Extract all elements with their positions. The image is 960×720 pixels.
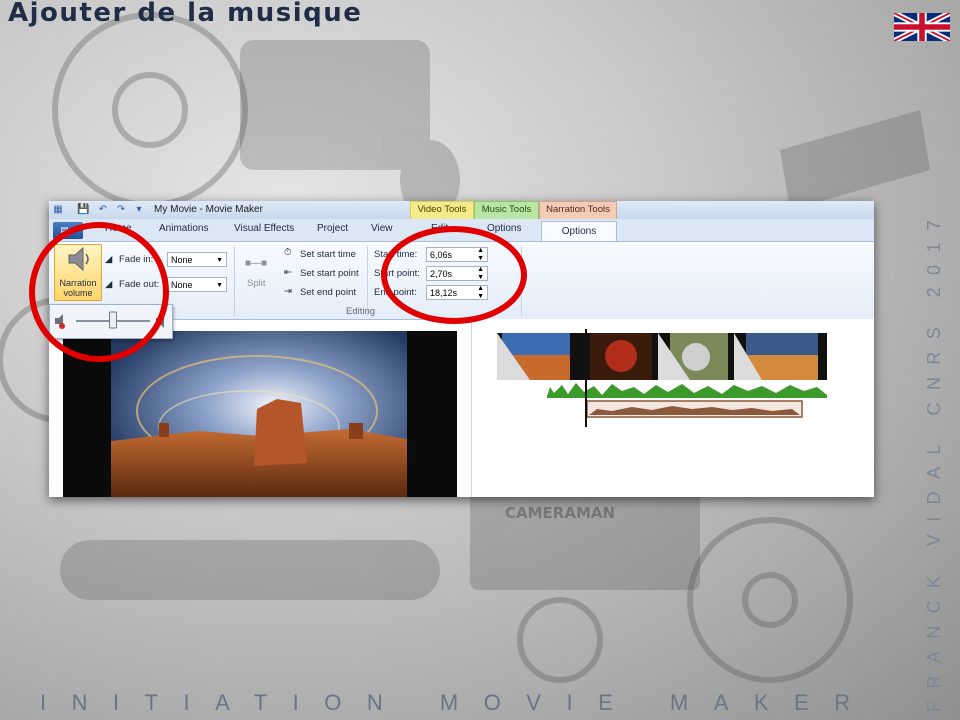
bottom-text-label: INITIATION MOVIE MAKER — [40, 690, 876, 715]
music-waveform — [547, 383, 827, 397]
stopwatch-icon: ⏱ — [284, 247, 292, 258]
context-tab-narration-tools[interactable]: Narration Tools — [539, 201, 617, 221]
cameraman-watermark: CAMERAMAN — [505, 504, 615, 522]
timeline — [497, 329, 827, 427]
end-point-icon: ⇥ — [284, 286, 292, 297]
bottom-text: INITIATION MOVIE MAKER — [40, 690, 876, 715]
app-icon: ▦ — [53, 204, 63, 215]
storyboard[interactable] — [471, 319, 874, 497]
context-tab-video-tools[interactable]: Video Tools — [410, 201, 474, 221]
fade-in-dropdown[interactable]: None ▼ — [167, 252, 227, 267]
chevron-down-icon: ▼ — [216, 282, 223, 289]
tab-project[interactable]: Project — [317, 223, 348, 234]
split-icon: ■—■ — [245, 258, 268, 269]
window-title: My Movie - Movie Maker — [154, 204, 263, 215]
editing-group-label: Editing — [346, 306, 376, 317]
save-icon[interactable]: 💾 — [77, 204, 89, 216]
tab-animations[interactable]: Animations — [159, 223, 208, 234]
tab-narration-options[interactable]: Options — [541, 221, 617, 241]
uk-flag-icon[interactable] — [894, 11, 950, 43]
tab-visual-effects[interactable]: Visual Effects — [234, 223, 294, 234]
set-start-point-button[interactable]: Set start point — [300, 268, 359, 279]
highlight-circle-editing — [381, 226, 527, 324]
redo-icon[interactable]: ↷ — [115, 204, 127, 216]
highlight-circle-narration — [29, 222, 169, 362]
side-text-label: FRANCK VIDAL CNRS 2017 — [924, 208, 944, 712]
fade-out-value: None — [171, 280, 193, 290]
split-button[interactable]: Split — [247, 278, 265, 289]
slide: CAMERAMAN Ajouter de la musique FRANCK V… — [0, 0, 960, 720]
chevron-down-icon: ▼ — [216, 257, 223, 264]
ribbon-separator — [234, 246, 235, 316]
fade-in-value: None — [171, 255, 193, 265]
tab-view[interactable]: View — [371, 223, 393, 234]
side-text: FRANCK VIDAL CNRS 2017 — [924, 208, 944, 712]
undo-icon[interactable]: ↶ — [97, 204, 109, 216]
fade-out-dropdown[interactable]: None ▼ — [167, 277, 227, 292]
slide-title: Ajouter de la musique — [8, 0, 363, 28]
customize-toolbar-icon[interactable]: ▾ — [133, 204, 145, 216]
set-start-time-button[interactable]: Set start time — [300, 249, 356, 260]
set-end-point-button[interactable]: Set end point — [300, 287, 356, 298]
start-point-icon: ⇤ — [284, 267, 292, 278]
context-tab-music-tools[interactable]: Music Tools — [474, 201, 539, 221]
title-bar: ▦ 💾 ↶ ↷ ▾ My Movie - Movie Maker Video T… — [49, 201, 874, 221]
